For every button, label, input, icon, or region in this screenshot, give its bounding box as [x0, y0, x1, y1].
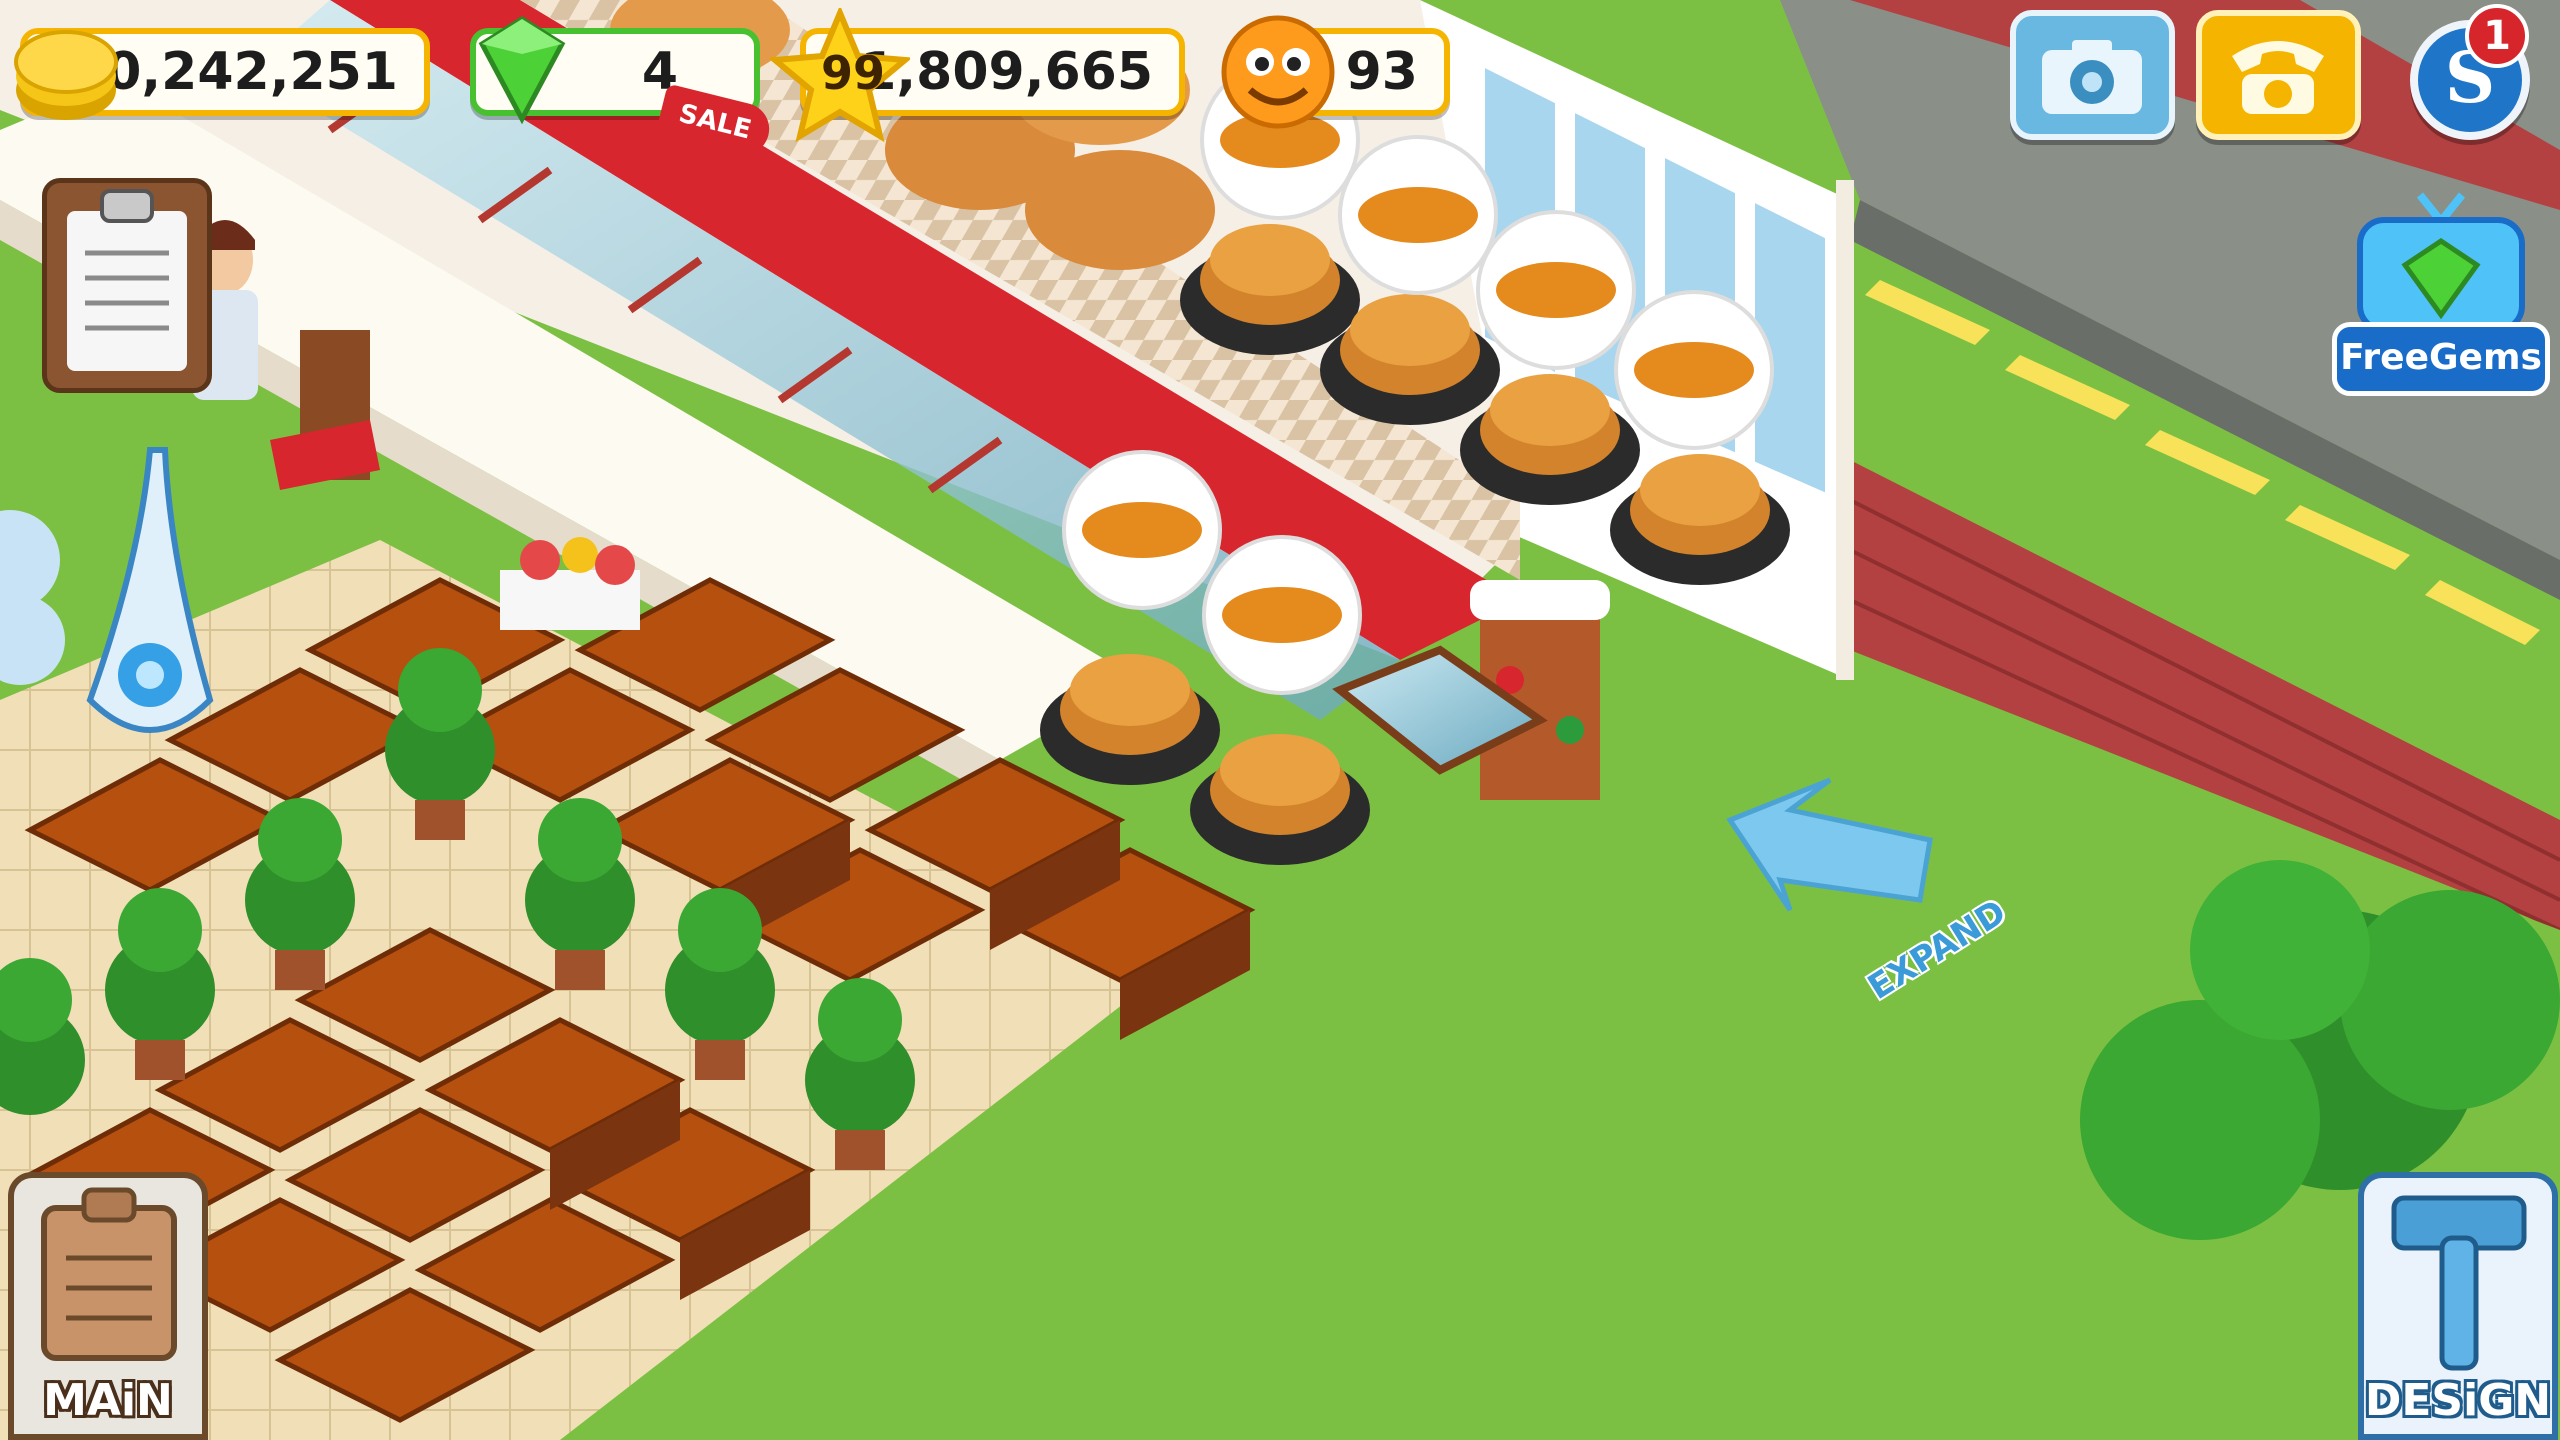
cloud-decor	[0, 510, 65, 685]
smiley-icon	[1221, 15, 1335, 129]
phone-button[interactable]	[2196, 10, 2361, 140]
clipboard-menu-icon	[41, 1187, 177, 1361]
design-mode-label: DESiGN	[2364, 1375, 2552, 1426]
blue-lamp-decor	[86, 447, 214, 733]
orders-clipboard-button[interactable]	[42, 178, 212, 393]
notification-badge: 1	[2465, 4, 2529, 68]
happiness-count: 93	[1345, 42, 1418, 102]
flower-planter	[500, 537, 640, 630]
main-menu-button[interactable]: MAiN	[8, 1172, 208, 1440]
clipboard-icon	[67, 189, 187, 371]
main-menu-label: MAiN	[43, 1375, 173, 1426]
free-gems-label[interactable]: FreeGems	[2332, 322, 2550, 396]
phone-icon	[2232, 41, 2324, 114]
coin-icon	[14, 30, 118, 120]
camera-icon	[2042, 40, 2142, 114]
hammer-icon	[2391, 1195, 2527, 1371]
game-scene[interactable]	[0, 0, 2560, 1440]
gem-icon	[478, 16, 566, 124]
free-gems-button[interactable]	[2350, 175, 2532, 335]
player-level: 99	[820, 46, 885, 100]
tv-gem-icon	[2357, 192, 2525, 333]
design-mode-button[interactable]: DESiGN	[2358, 1172, 2558, 1440]
camera-button[interactable]	[2010, 10, 2175, 140]
